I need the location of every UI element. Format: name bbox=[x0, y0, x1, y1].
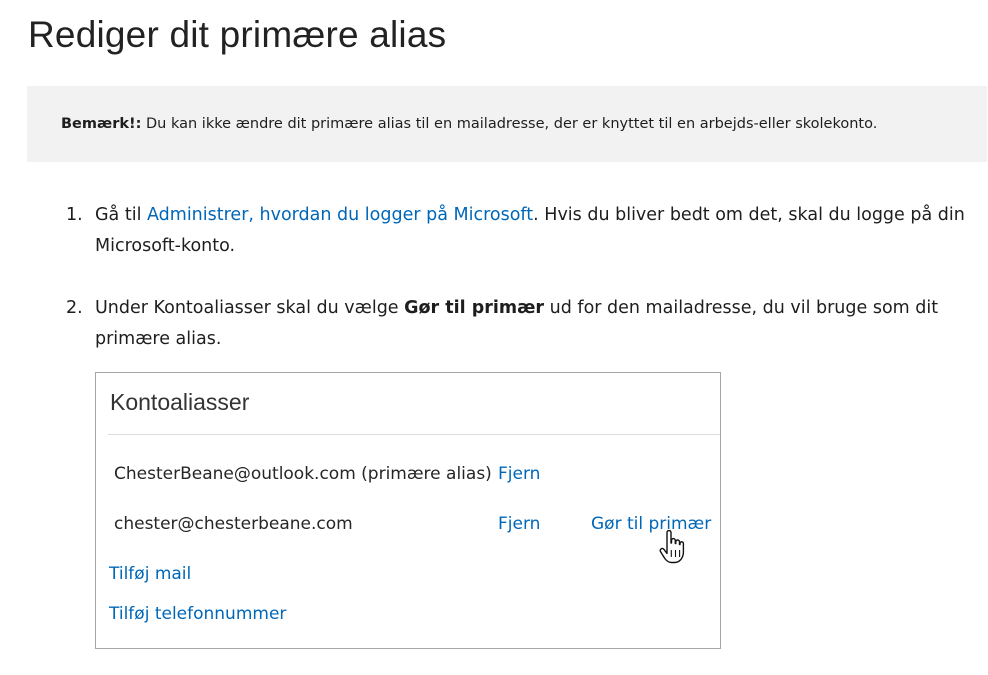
manage-signin-link[interactable]: Administrer, hvordan du logger på Micros… bbox=[147, 205, 533, 225]
panel-title: Kontoaliasser bbox=[110, 389, 250, 415]
note-text: Bemærk!: Du kan ikke ændre dit primære a… bbox=[61, 116, 877, 132]
make-primary-link[interactable]: Gør til primær bbox=[591, 514, 711, 534]
step-number: 1. bbox=[66, 205, 83, 225]
note-body: Du kan ikke ændre dit primære alias til … bbox=[141, 116, 878, 132]
add-phone-link[interactable]: Tilføj telefonnummer bbox=[109, 604, 286, 624]
note-label: Bemærk!: bbox=[61, 116, 142, 132]
step-bold-text: Gør til primær bbox=[404, 298, 545, 318]
step-1: 1. Gå til Administrer, hvordan du logger… bbox=[66, 200, 981, 262]
add-mail-link[interactable]: Tilføj mail bbox=[109, 564, 191, 584]
account-aliases-panel: Kontoaliasser ChesterBeane@outlook.com (… bbox=[95, 372, 721, 649]
divider bbox=[108, 434, 720, 435]
note-box: Bemærk!: Du kan ikke ændre dit primære a… bbox=[27, 86, 987, 162]
alias-email: chester@chesterbeane.com bbox=[114, 514, 353, 534]
page-title: Rediger dit primære alias bbox=[28, 14, 447, 55]
step-text: Gå til bbox=[95, 205, 147, 225]
step-number: 2. bbox=[66, 298, 83, 318]
alias-email: ChesterBeane@outlook.com (primære alias) bbox=[114, 464, 492, 484]
step-2: 2. Under Kontoaliasser skal du vælge Gør… bbox=[66, 293, 981, 355]
steps-list: 1. Gå til Administrer, hvordan du logger… bbox=[66, 200, 981, 355]
hand-pointer-icon bbox=[659, 530, 685, 564]
remove-alias-link[interactable]: Fjern bbox=[498, 464, 540, 484]
remove-alias-link[interactable]: Fjern bbox=[498, 514, 540, 534]
step-text: Under Kontoaliasser skal du vælge bbox=[95, 298, 405, 318]
